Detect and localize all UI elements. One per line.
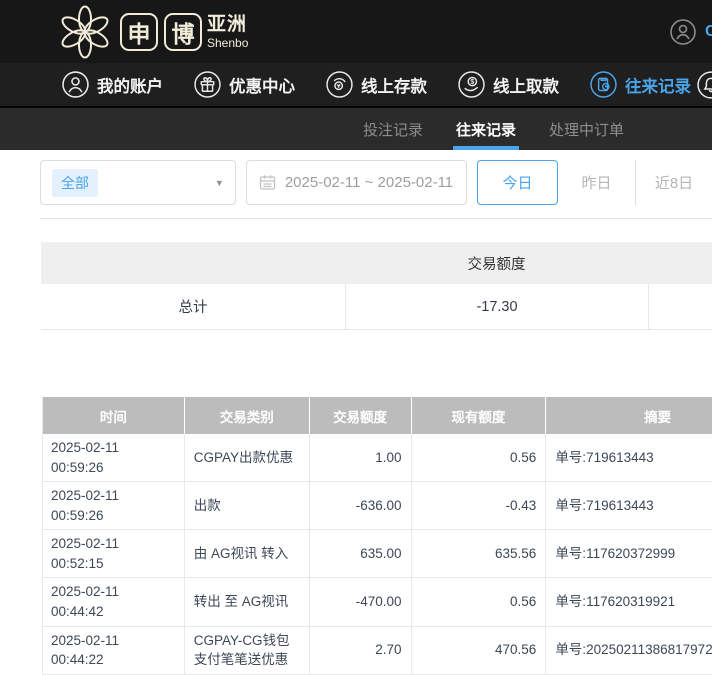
content: 全部 ▼ 2025-02-11 ~ 2025-02-11 今日 昨日 近8日 [0,160,712,675]
cell-balance: 470.56 [411,627,546,674]
withdraw-icon: $ [458,71,485,98]
summary-table-header: 交易额度 [41,242,712,284]
user-icon [62,71,89,98]
type-filter-select[interactable]: 全部 ▼ [40,160,236,205]
cell-summary: 单号:117620319921 [545,578,712,625]
logo-char-bo: 博 [164,13,202,51]
table-row: 2025-02-11 00:44:22 CGPAY-CG钱包支付笔笔送优惠 2.… [43,627,712,675]
transactions-table: 时间 交易类别 交易额度 现有额度 摘要 2025-02-11 00:59:26… [42,397,712,675]
cell-type: 由 AG视讯 转入 [184,530,309,577]
calendar-icon [259,174,276,191]
cell-amount: 635.00 [309,530,411,577]
column-header-amount: 交易额度 [309,397,411,434]
nav-item-label: 线上存款 [361,73,427,97]
table-header-row: 时间 交易类别 交易额度 现有额度 摘要 [43,397,712,434]
column-header-summary: 摘要 [545,397,712,434]
cell-type: 转出 至 AG视讯 [184,578,309,625]
nav-item-my-account[interactable]: 我的账户 [62,71,163,98]
cell-summary: 单号:202502113868179729 [545,627,712,674]
cell-amount: 2.70 [309,627,411,674]
table-row: 2025-02-11 00:44:42 转出 至 AG视讯 -470.00 0.… [43,578,712,626]
summary-header-spacer [41,242,345,284]
nav-item-label: 往来记录 [625,73,691,97]
nav-item-label: 我的账户 [97,73,163,97]
date-range-input[interactable]: 2025-02-11 ~ 2025-02-11 [246,160,467,205]
table-row: 2025-02-11 00:59:26 出款 -636.00 -0.43 单号:… [43,482,712,530]
today-button[interactable]: 今日 [477,160,558,205]
tab-pending-orders[interactable]: 处理中订单 [549,108,624,150]
nav-item-promotions[interactable]: 优惠中心 [194,71,295,98]
summary-total-label: 总计 [41,284,345,329]
account-area: C [670,0,712,63]
cell-balance: 635.56 [411,530,546,577]
summary-total-row: 总计 -17.30 [41,284,712,330]
cell-time: 2025-02-11 00:59:26 [43,482,184,529]
logo-char-shen: 申 [120,13,158,51]
cell-time: 2025-02-11 00:44:22 [43,627,184,674]
cell-amount: 1.00 [309,434,411,481]
column-header-time: 时间 [43,397,184,434]
nav-item-label: 优惠中心 [229,73,295,97]
cell-summary: 单号:719613443 [545,434,712,481]
cell-balance: -0.43 [411,482,546,529]
site-header: 申 博 亚洲 Shenbo C [0,0,712,63]
cell-time: 2025-02-11 00:59:26 [43,434,184,481]
brand-logo[interactable]: 申 博 亚洲 Shenbo [56,5,248,59]
cell-type: CGPAY出款优惠 [184,434,309,481]
nav-item-deposit[interactable]: 线上存款 [326,71,427,98]
records-icon [590,71,617,98]
cell-type: 出款 [184,482,309,529]
summary-header-label: 交易额度 [345,242,648,284]
cell-amount: -636.00 [309,482,411,529]
last-8-days-button[interactable]: 近8日 [635,160,712,205]
records-tabs: 投注记录 往来记录 处理中订单 [0,106,712,150]
table-row: 2025-02-11 00:52:15 由 AG视讯 转入 635.00 635… [43,530,712,578]
column-header-balance: 现有额度 [411,397,546,434]
quick-date-buttons: 今日 昨日 近8日 [477,160,712,205]
brand-region: 亚洲 [207,15,248,34]
brand-subtitle: Shenbo [207,37,248,49]
main-nav: 我的账户 优惠中心 线上存款 [0,63,712,106]
nav-item-transactions[interactable]: 往来记录 [590,71,691,98]
yesterday-button[interactable]: 昨日 [558,160,635,205]
tab-bet-records[interactable]: 投注记录 [363,108,423,150]
chevron-down-icon: ▼ [215,178,224,188]
cell-summary: 单号:117620372999 [545,530,712,577]
username-fragment[interactable]: C [705,23,712,41]
filter-row: 全部 ▼ 2025-02-11 ~ 2025-02-11 今日 昨日 近8日 [40,160,712,205]
cell-balance: 0.56 [411,434,546,481]
svg-text:$: $ [470,77,474,86]
flower-logo-icon [56,5,114,59]
gift-icon [194,71,221,98]
cell-time: 2025-02-11 00:52:15 [43,530,184,577]
avatar-icon[interactable] [670,19,696,45]
table-row: 2025-02-11 00:59:26 CGPAY出款优惠 1.00 0.56 … [43,434,712,482]
date-range-value: 2025-02-11 ~ 2025-02-11 [285,174,453,191]
tab-transaction-records[interactable]: 往来记录 [456,108,516,150]
cell-balance: 0.56 [411,578,546,625]
cell-type: CGPAY-CG钱包支付笔笔送优惠 [184,627,309,674]
cell-time: 2025-02-11 00:44:42 [43,578,184,625]
cell-amount: -470.00 [309,578,411,625]
nav-item-withdrawal[interactable]: $ 线上取款 [458,71,559,98]
cell-summary: 单号:719613443 [545,482,712,529]
summary-table: 交易额度 总计 -17.30 [41,242,712,330]
notifications-bell-icon[interactable] [697,71,712,99]
section-divider [40,218,712,219]
summary-total-value: -17.30 [345,284,648,329]
page: 申 博 亚洲 Shenbo C 我的账户 [0,0,712,675]
nav-item-label: 线上取款 [493,73,559,97]
column-header-type: 交易类别 [184,397,309,434]
deposit-icon [326,71,353,98]
type-filter-chip[interactable]: 全部 [52,169,98,197]
